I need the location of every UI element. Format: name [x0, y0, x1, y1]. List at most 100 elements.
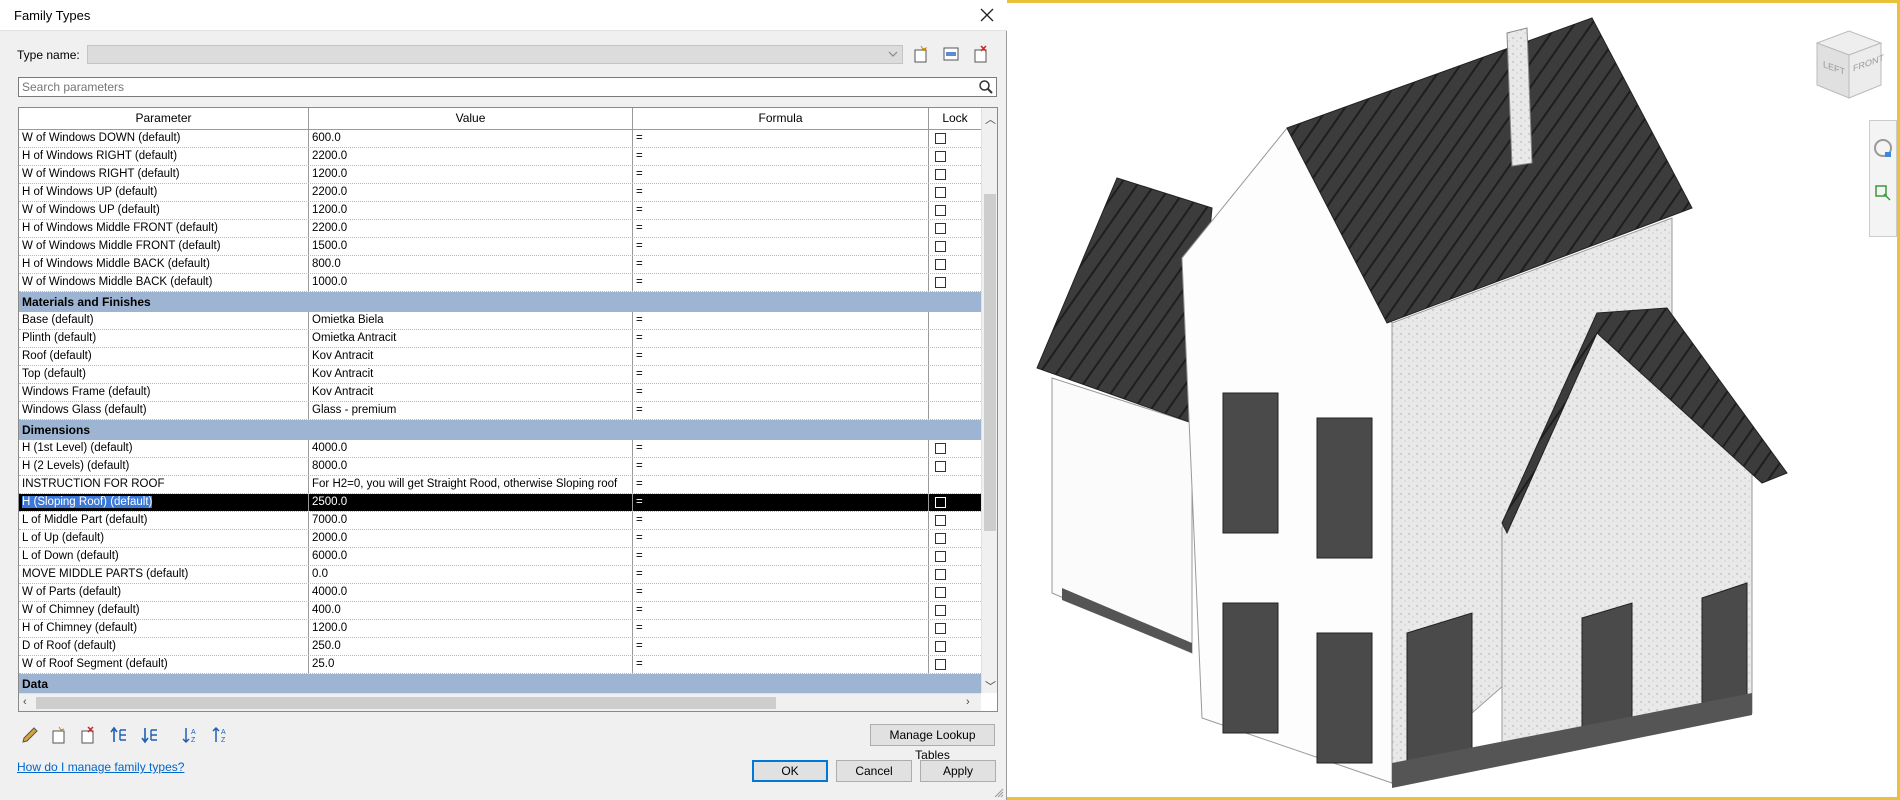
parameter-row[interactable]: H of Windows Middle FRONT (default) 2200.…: [19, 220, 981, 238]
lock-checkbox[interactable]: [935, 461, 946, 472]
parameter-formula-cell[interactable]: =: [633, 366, 929, 383]
parameter-row[interactable]: D of Roof (default) 250.0 =: [19, 638, 981, 656]
parameter-value-cell[interactable]: For H2=0, you will get Straight Rood, ot…: [309, 476, 633, 493]
lock-checkbox[interactable]: [935, 223, 946, 234]
parameter-row[interactable]: W of Windows Middle FRONT (default) 1500.…: [19, 238, 981, 256]
parameter-name-cell[interactable]: Roof (default): [19, 348, 309, 365]
parameter-value-cell[interactable]: 2200.0: [309, 148, 633, 165]
vertical-scroll-thumb[interactable]: [984, 194, 996, 531]
parameter-name-cell[interactable]: MOVE MIDDLE PARTS (default): [19, 566, 309, 583]
parameter-name-cell[interactable]: L of Middle Part (default): [19, 512, 309, 529]
resize-grip-icon[interactable]: [994, 788, 1004, 798]
parameter-formula-cell[interactable]: =: [633, 330, 929, 347]
parameter-name-cell[interactable]: W of Windows Middle FRONT (default): [19, 238, 309, 255]
parameter-value-cell[interactable]: 4000.0: [309, 584, 633, 601]
parameter-value-cell[interactable]: 8000.0: [309, 458, 633, 475]
parameter-formula-cell[interactable]: =: [633, 476, 929, 493]
lock-checkbox[interactable]: [935, 133, 946, 144]
column-header-lock[interactable]: Lock: [929, 108, 981, 129]
lock-checkbox[interactable]: [935, 169, 946, 180]
parameter-name-cell[interactable]: H of Chimney (default): [19, 620, 309, 637]
parameter-row[interactable]: Windows Frame (default) Kov Antracit =: [19, 384, 981, 402]
parameter-formula-cell[interactable]: =: [633, 530, 929, 547]
parameter-formula-cell[interactable]: =: [633, 148, 929, 165]
delete-parameter-button[interactable]: [78, 725, 100, 745]
parameter-value-cell[interactable]: 1200.0: [309, 166, 633, 183]
parameter-formula-cell[interactable]: =: [633, 312, 929, 329]
parameter-name-cell[interactable]: INSTRUCTION FOR ROOF: [19, 476, 309, 493]
parameter-row[interactable]: Windows Glass (default) Glass - premium =: [19, 402, 981, 420]
parameter-name-cell[interactable]: W of Roof Segment (default): [19, 656, 309, 673]
new-parameter-button[interactable]: [49, 725, 71, 745]
ok-button[interactable]: OK: [752, 760, 828, 782]
parameter-value-cell[interactable]: 2200.0: [309, 220, 633, 237]
parameter-formula-cell[interactable]: =: [633, 220, 929, 237]
column-header-parameter[interactable]: Parameter: [19, 108, 309, 129]
sort-ascending-button[interactable]: AZ: [181, 725, 203, 745]
parameter-formula-cell[interactable]: =: [633, 548, 929, 565]
parameter-formula-cell[interactable]: =: [633, 256, 929, 273]
apply-button[interactable]: Apply: [920, 760, 996, 782]
parameter-value-cell[interactable]: Kov Antracit: [309, 366, 633, 383]
parameter-value-cell[interactable]: 2500.0: [309, 494, 633, 511]
parameter-formula-cell[interactable]: =: [633, 566, 929, 583]
scroll-down-icon[interactable]: ﹀: [985, 678, 996, 694]
search-icon[interactable]: [978, 79, 994, 95]
parameter-value-cell[interactable]: 600.0: [309, 130, 633, 147]
scroll-left-icon[interactable]: ‹: [23, 696, 27, 708]
lock-checkbox[interactable]: [935, 605, 946, 616]
parameter-value-cell[interactable]: 6000.0: [309, 548, 633, 565]
parameter-value-cell[interactable]: 7000.0: [309, 512, 633, 529]
parameter-value-cell[interactable]: 25.0: [309, 656, 633, 673]
rename-type-button[interactable]: [941, 44, 963, 66]
parameter-name-cell[interactable]: W of Windows DOWN (default): [19, 130, 309, 147]
parameter-formula-cell[interactable]: =: [633, 384, 929, 401]
parameter-formula-cell[interactable]: =: [633, 402, 929, 419]
scroll-right-icon[interactable]: ›: [966, 696, 970, 708]
parameter-name-cell[interactable]: Top (default): [19, 366, 309, 383]
parameter-formula-cell[interactable]: =: [633, 238, 929, 255]
lock-checkbox[interactable]: [935, 587, 946, 598]
lock-checkbox[interactable]: [935, 641, 946, 652]
parameter-value-cell[interactable]: 4000.0: [309, 440, 633, 457]
column-header-formula[interactable]: Formula: [633, 108, 929, 129]
group-header[interactable]: Materials and Finishes: [19, 292, 981, 312]
delete-type-button[interactable]: [971, 44, 993, 66]
parameter-formula-cell[interactable]: =: [633, 656, 929, 673]
close-button[interactable]: [975, 4, 999, 26]
parameter-formula-cell[interactable]: =: [633, 620, 929, 637]
parameter-name-cell[interactable]: H (Sloping Roof) (default): [19, 494, 309, 511]
lock-checkbox[interactable]: [935, 659, 946, 670]
lock-checkbox[interactable]: [935, 569, 946, 580]
parameter-formula-cell[interactable]: =: [633, 184, 929, 201]
column-header-value[interactable]: Value: [309, 108, 633, 129]
parameter-row[interactable]: H (Sloping Roof) (default) 2500.0 =: [19, 494, 981, 512]
lock-checkbox[interactable]: [935, 259, 946, 270]
parameter-row[interactable]: L of Middle Part (default) 7000.0 =: [19, 512, 981, 530]
parameter-name-cell[interactable]: W of Windows Middle BACK (default): [19, 274, 309, 291]
parameter-name-cell[interactable]: H (1st Level) (default): [19, 440, 309, 457]
type-name-select[interactable]: [87, 45, 903, 64]
lock-checkbox[interactable]: [935, 623, 946, 634]
house-model-view[interactable]: [1007, 3, 1897, 797]
help-link[interactable]: How do I manage family types?: [17, 760, 184, 774]
parameter-value-cell[interactable]: Glass - premium: [309, 402, 633, 419]
parameter-name-cell[interactable]: Windows Glass (default): [19, 402, 309, 419]
parameter-formula-cell[interactable]: =: [633, 638, 929, 655]
parameter-row[interactable]: H of Windows RIGHT (default) 2200.0 =: [19, 148, 981, 166]
parameter-row[interactable]: Plinth (default) Omietka Antracit =: [19, 330, 981, 348]
parameter-formula-cell[interactable]: =: [633, 274, 929, 291]
parameter-row[interactable]: H (2 Levels) (default) 8000.0 =: [19, 458, 981, 476]
manage-lookup-tables-button[interactable]: Manage Lookup Tables: [870, 724, 995, 762]
parameter-row[interactable]: W of Windows Middle BACK (default) 1000.0…: [19, 274, 981, 292]
parameter-formula-cell[interactable]: =: [633, 602, 929, 619]
sort-descending-button[interactable]: AZ: [211, 725, 233, 745]
parameter-row[interactable]: H (1st Level) (default) 4000.0 =: [19, 440, 981, 458]
parameter-row[interactable]: Top (default) Kov Antracit =: [19, 366, 981, 384]
parameter-formula-cell[interactable]: =: [633, 494, 929, 511]
search-parameters-field[interactable]: [18, 77, 997, 97]
lock-checkbox[interactable]: [935, 515, 946, 526]
lock-checkbox[interactable]: [935, 151, 946, 162]
steering-wheel-icon[interactable]: [1871, 136, 1895, 166]
parameter-row[interactable]: H of Windows Middle BACK (default) 800.0 =: [19, 256, 981, 274]
